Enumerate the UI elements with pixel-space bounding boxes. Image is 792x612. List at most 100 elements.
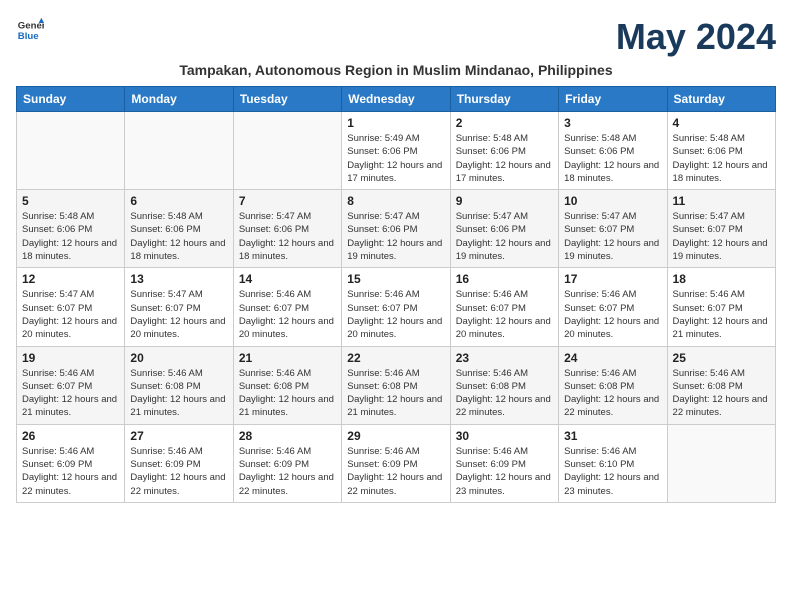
day-header-saturday: Saturday [667, 87, 775, 112]
day-number: 19 [22, 351, 119, 365]
calendar-cell: 7 Sunrise: 5:47 AMSunset: 6:06 PMDaylight… [233, 190, 341, 268]
calendar-cell: 18 Sunrise: 5:46 AMSunset: 6:07 PMDayligh… [667, 268, 775, 346]
day-number: 24 [564, 351, 661, 365]
day-info: Sunrise: 5:48 AMSunset: 6:06 PMDaylight:… [130, 210, 227, 263]
calendar-cell: 22 Sunrise: 5:46 AMSunset: 6:08 PMDayligh… [342, 346, 450, 424]
day-info: Sunrise: 5:47 AMSunset: 6:07 PMDaylight:… [564, 210, 661, 263]
day-info: Sunrise: 5:47 AMSunset: 6:07 PMDaylight:… [130, 288, 227, 341]
day-info: Sunrise: 5:48 AMSunset: 6:06 PMDaylight:… [564, 132, 661, 185]
calendar-body: 1 Sunrise: 5:49 AMSunset: 6:06 PMDaylight… [17, 112, 776, 503]
day-number: 31 [564, 429, 661, 443]
calendar-cell: 28Sunrise: 5:46 AMSunset: 6:09 PMDayligh… [233, 424, 341, 502]
calendar-cell [17, 112, 125, 190]
calendar-cell: 12 Sunrise: 5:47 AMSunset: 6:07 PMDayligh… [17, 268, 125, 346]
day-info: Sunrise: 5:46 AMSunset: 6:08 PMDaylight:… [130, 367, 227, 420]
calendar-cell: 19 Sunrise: 5:46 AMSunset: 6:07 PMDayligh… [17, 346, 125, 424]
day-info: Sunrise: 5:46 AMSunset: 6:07 PMDaylight:… [564, 288, 661, 341]
calendar-cell: 20 Sunrise: 5:46 AMSunset: 6:08 PMDayligh… [125, 346, 233, 424]
day-number: 22 [347, 351, 444, 365]
day-header-thursday: Thursday [450, 87, 558, 112]
day-number: 26 [22, 429, 119, 443]
day-info: Sunrise: 5:46 AMSunset: 6:08 PMDaylight:… [347, 367, 444, 420]
day-number: 29 [347, 429, 444, 443]
calendar-week-2: 5 Sunrise: 5:48 AMSunset: 6:06 PMDaylight… [17, 190, 776, 268]
day-number: 28 [239, 429, 336, 443]
day-number: 7 [239, 194, 336, 208]
calendar-cell: 8 Sunrise: 5:47 AMSunset: 6:06 PMDaylight… [342, 190, 450, 268]
day-info: Sunrise: 5:47 AMSunset: 6:06 PMDaylight:… [239, 210, 336, 263]
day-number: 17 [564, 272, 661, 286]
calendar-cell: 15Sunrise: 5:46 AMSunset: 6:07 PMDayligh… [342, 268, 450, 346]
day-info: Sunrise: 5:47 AMSunset: 6:06 PMDaylight:… [456, 210, 553, 263]
calendar-cell: 4Sunrise: 5:48 AMSunset: 6:06 PMDaylight… [667, 112, 775, 190]
day-info: Sunrise: 5:46 AMSunset: 6:08 PMDaylight:… [564, 367, 661, 420]
calendar-cell: 24 Sunrise: 5:46 AMSunset: 6:08 PMDayligh… [559, 346, 667, 424]
calendar-cell: 16 Sunrise: 5:46 AMSunset: 6:07 PMDayligh… [450, 268, 558, 346]
day-number: 20 [130, 351, 227, 365]
svg-text:Blue: Blue [18, 31, 39, 42]
day-info: Sunrise: 5:46 AMSunset: 6:09 PMDaylight:… [22, 445, 119, 498]
calendar-cell [233, 112, 341, 190]
day-info: Sunrise: 5:46 AMSunset: 6:07 PMDaylight:… [22, 367, 119, 420]
calendar-cell: 2 Sunrise: 5:48 AMSunset: 6:06 PMDaylight… [450, 112, 558, 190]
calendar-header-row: SundayMondayTuesdayWednesdayThursdayFrid… [17, 87, 776, 112]
calendar-cell: 26 Sunrise: 5:46 AMSunset: 6:09 PMDayligh… [17, 424, 125, 502]
calendar-cell: 21 Sunrise: 5:46 AMSunset: 6:08 PMDayligh… [233, 346, 341, 424]
day-number: 16 [456, 272, 553, 286]
day-header-sunday: Sunday [17, 87, 125, 112]
calendar-cell: 23 Sunrise: 5:46 AMSunset: 6:08 PMDayligh… [450, 346, 558, 424]
day-number: 21 [239, 351, 336, 365]
day-number: 5 [22, 194, 119, 208]
day-number: 18 [673, 272, 770, 286]
day-number: 30 [456, 429, 553, 443]
calendar-week-5: 26 Sunrise: 5:46 AMSunset: 6:09 PMDayligh… [17, 424, 776, 502]
day-info: Sunrise: 5:46 AMSunset: 6:08 PMDaylight:… [673, 367, 770, 420]
day-info: Sunrise: 5:46 AMSunset: 6:10 PMDaylight:… [564, 445, 661, 498]
calendar-cell: 6 Sunrise: 5:48 AMSunset: 6:06 PMDaylight… [125, 190, 233, 268]
day-number: 6 [130, 194, 227, 208]
calendar-cell: 27 Sunrise: 5:46 AMSunset: 6:09 PMDayligh… [125, 424, 233, 502]
calendar-subtitle: Tampakan, Autonomous Region in Muslim Mi… [16, 62, 776, 78]
day-header-monday: Monday [125, 87, 233, 112]
day-info: Sunrise: 5:47 AMSunset: 6:07 PMDaylight:… [22, 288, 119, 341]
day-info: Sunrise: 5:48 AMSunset: 6:06 PMDaylight:… [456, 132, 553, 185]
calendar-week-3: 12 Sunrise: 5:47 AMSunset: 6:07 PMDayligh… [17, 268, 776, 346]
calendar-cell: 29 Sunrise: 5:46 AMSunset: 6:09 PMDayligh… [342, 424, 450, 502]
day-info: Sunrise: 5:49 AMSunset: 6:06 PMDaylight:… [347, 132, 444, 185]
day-number: 13 [130, 272, 227, 286]
day-info: Sunrise: 5:46 AMSunset: 6:09 PMDaylight:… [347, 445, 444, 498]
day-info: Sunrise: 5:46 AMSunset: 6:08 PMDaylight:… [456, 367, 553, 420]
day-number: 25 [673, 351, 770, 365]
day-info: Sunrise: 5:46 AMSunset: 6:07 PMDaylight:… [456, 288, 553, 341]
calendar-cell: 30 Sunrise: 5:46 AMSunset: 6:09 PMDayligh… [450, 424, 558, 502]
day-number: 4 [673, 116, 770, 130]
calendar-cell: 5Sunrise: 5:48 AMSunset: 6:06 PMDaylight… [17, 190, 125, 268]
day-info: Sunrise: 5:46 AMSunset: 6:09 PMDaylight:… [130, 445, 227, 498]
calendar-cell: 10 Sunrise: 5:47 AMSunset: 6:07 PMDayligh… [559, 190, 667, 268]
day-number: 2 [456, 116, 553, 130]
day-number: 9 [456, 194, 553, 208]
day-info: Sunrise: 5:46 AMSunset: 6:08 PMDaylight:… [239, 367, 336, 420]
day-info: Sunrise: 5:46 AMSunset: 6:07 PMDaylight:… [673, 288, 770, 341]
day-number: 14 [239, 272, 336, 286]
day-number: 12 [22, 272, 119, 286]
calendar-cell: 31 Sunrise: 5:46 AMSunset: 6:10 PMDayligh… [559, 424, 667, 502]
day-header-wednesday: Wednesday [342, 87, 450, 112]
day-number: 15 [347, 272, 444, 286]
day-number: 8 [347, 194, 444, 208]
day-info: Sunrise: 5:47 AMSunset: 6:06 PMDaylight:… [347, 210, 444, 263]
calendar-cell: 3 Sunrise: 5:48 AMSunset: 6:06 PMDaylight… [559, 112, 667, 190]
calendar-cell: 9 Sunrise: 5:47 AMSunset: 6:06 PMDaylight… [450, 190, 558, 268]
day-number: 3 [564, 116, 661, 130]
day-info: Sunrise: 5:46 AMSunset: 6:09 PMDaylight:… [456, 445, 553, 498]
day-number: 1 [347, 116, 444, 130]
day-info: Sunrise: 5:47 AMSunset: 6:07 PMDaylight:… [673, 210, 770, 263]
logo-icon: General Blue [16, 16, 44, 44]
calendar-cell: 17 Sunrise: 5:46 AMSunset: 6:07 PMDayligh… [559, 268, 667, 346]
calendar-cell: 1 Sunrise: 5:49 AMSunset: 6:06 PMDaylight… [342, 112, 450, 190]
day-number: 10 [564, 194, 661, 208]
day-number: 11 [673, 194, 770, 208]
day-number: 27 [130, 429, 227, 443]
day-number: 23 [456, 351, 553, 365]
calendar-cell: 14Sunrise: 5:46 AMSunset: 6:07 PMDayligh… [233, 268, 341, 346]
